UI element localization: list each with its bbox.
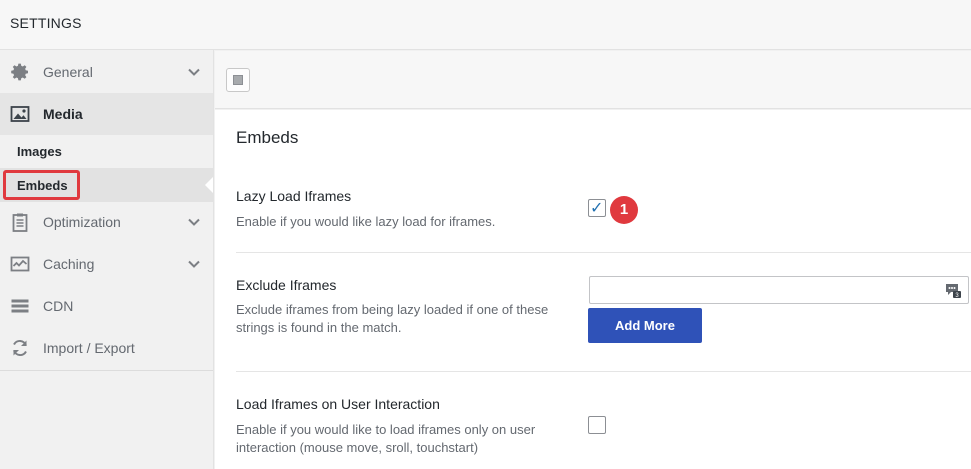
- sidebar-item-label: Optimization: [43, 214, 121, 230]
- row-divider: [236, 252, 971, 253]
- sidebar-item-import-export[interactable]: Import / Export: [0, 327, 213, 369]
- image-icon: [10, 104, 30, 124]
- lazy-load-description: Enable if you would like lazy load for i…: [236, 214, 496, 229]
- sidebar-item-label: Import / Export: [43, 340, 135, 356]
- content-toolbar: [215, 51, 971, 109]
- chevron-down-icon[interactable]: [187, 65, 201, 79]
- active-pointer: [205, 177, 213, 193]
- sidebar-divider: [0, 370, 213, 371]
- sidebar-item-caching[interactable]: Caching: [0, 243, 213, 285]
- sidebar-item-cdn[interactable]: CDN: [0, 285, 213, 327]
- server-stack-icon: [10, 296, 30, 316]
- lazy-load-checkbox[interactable]: ✓: [588, 199, 606, 217]
- sidebar-item-label: General: [43, 64, 93, 80]
- row-divider: [236, 371, 971, 372]
- user-interaction-checkbox[interactable]: [588, 416, 606, 434]
- check-icon: ✓: [590, 200, 604, 217]
- sidebar-subitem-label: Images: [17, 144, 62, 159]
- sidebar-item-optimization[interactable]: Optimization: [0, 201, 213, 243]
- sidebar-item-label: Media: [43, 106, 83, 122]
- exclude-iframes-input[interactable]: 3: [589, 276, 969, 304]
- sidebar-subitem-images[interactable]: Images: [0, 134, 213, 168]
- chevron-down-icon[interactable]: [187, 215, 201, 229]
- step-badge: 1: [610, 196, 638, 224]
- sidebar-subitem-embeds[interactable]: Embeds: [0, 168, 213, 202]
- pulse-icon: [10, 254, 30, 274]
- sidebar-item-label: Caching: [43, 256, 95, 272]
- gear-icon: [10, 62, 30, 82]
- layout-icon: [233, 75, 243, 85]
- sidebar: General Media Images Embeds Optimization…: [0, 50, 214, 469]
- page-title: SETTINGS: [10, 15, 82, 31]
- lazy-load-title: Lazy Load Iframes: [236, 188, 352, 204]
- exclude-iframes-title: Exclude Iframes: [236, 277, 337, 293]
- section-title: Embeds: [236, 128, 299, 147]
- clipboard-icon: [10, 212, 30, 232]
- sidebar-subitem-label: Embeds: [17, 178, 68, 193]
- sidebar-item-media[interactable]: Media: [0, 93, 213, 135]
- main-panel: Embeds Lazy Load Iframes Enable if you w…: [215, 110, 971, 469]
- refresh-icon: [10, 338, 30, 358]
- chat-count-icon: 3: [945, 282, 961, 299]
- add-more-button[interactable]: Add More: [588, 308, 702, 343]
- chevron-down-icon[interactable]: [187, 257, 201, 271]
- user-interaction-description: Enable if you would like to load iframes…: [236, 422, 536, 455]
- sidebar-item-label: CDN: [43, 298, 74, 314]
- top-bar: SETTINGS: [0, 0, 971, 50]
- user-interaction-title: Load Iframes on User Interaction: [236, 396, 440, 412]
- exclude-iframes-description: Exclude iframes from being lazy loaded i…: [236, 302, 549, 335]
- sidebar-item-general[interactable]: General: [0, 51, 213, 93]
- layout-toggle-button[interactable]: [226, 68, 250, 92]
